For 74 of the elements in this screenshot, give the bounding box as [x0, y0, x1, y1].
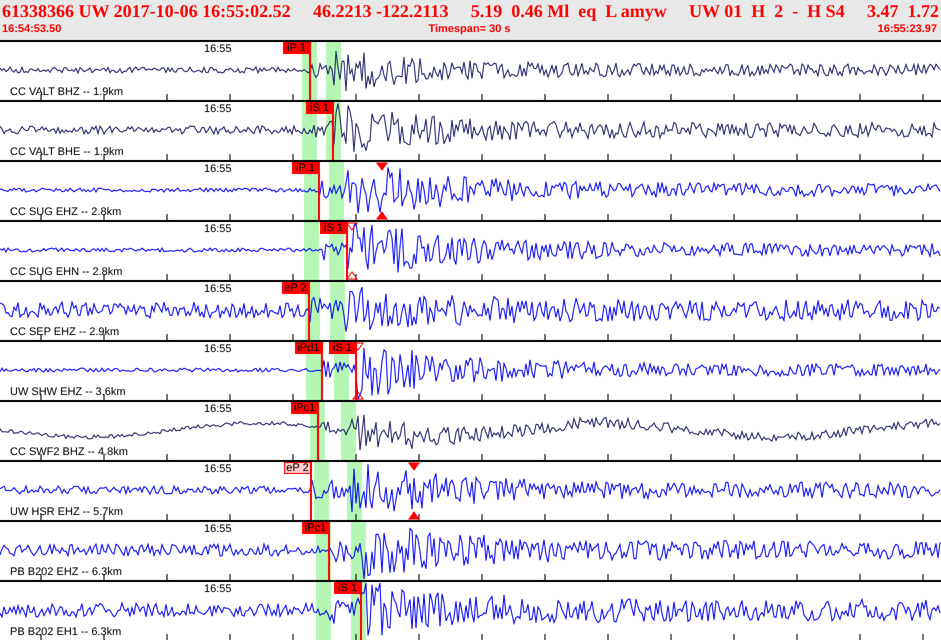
time-label: 16:55: [204, 163, 232, 175]
station-label: CC SUG EHN -- 2.8km: [10, 266, 122, 278]
pick-line: [360, 582, 362, 640]
station-label: UW SHW EHZ -- 3.6km: [10, 386, 126, 398]
pick-label[interactable]: iPc1: [291, 402, 318, 414]
start-time: 16:54:53.50: [2, 22, 62, 36]
amplitude-marker-icon: [408, 511, 420, 520]
trace-panel[interactable]: 16:55 CC VALT BHZ -- 1.9km iP 1: [0, 40, 941, 100]
pick-line: [321, 342, 323, 400]
amplitude-marker-icon: [346, 271, 358, 280]
trace-panel[interactable]: 16:55 CC SEP EHZ -- 2.9km eP 2: [0, 280, 941, 340]
pick-window-band: [304, 222, 319, 280]
time-label: 16:55: [204, 523, 232, 535]
pick-label[interactable]: iS 1: [329, 342, 356, 354]
station-label: UW HSR EHZ -- 5.7km: [10, 506, 124, 518]
pick-label[interactable]: eP 2: [284, 462, 311, 474]
trace-panel[interactable]: 16:55 UW HSR EHZ -- 5.7km eP 2: [0, 460, 941, 520]
amplitude-marker-icon: [346, 222, 358, 231]
pick-label[interactable]: iS 1: [334, 582, 361, 594]
time-label: 16:55: [204, 583, 232, 595]
end-time: 16:55:23.97: [878, 22, 937, 36]
trace-panel[interactable]: 16:55 CC SUG EHN -- 2.8km iS 1: [0, 220, 941, 280]
pick-label[interactable]: iPd1: [295, 342, 322, 354]
station-label: CC SUG EHZ -- 2.8km: [10, 206, 122, 218]
time-label: 16:55: [204, 283, 232, 295]
pick-label[interactable]: iPc1: [302, 522, 329, 534]
station-label: CC SEP EHZ -- 2.9km: [10, 326, 120, 338]
pick-label[interactable]: iP 1: [292, 162, 319, 174]
pick-window-band: [341, 402, 356, 460]
pick-window-band: [329, 162, 344, 220]
station-label: CC SWF2 BHZ -- 4.8km: [10, 446, 128, 458]
pick-line: [355, 342, 357, 400]
time-label: 16:55: [204, 463, 232, 475]
pick-line: [328, 522, 330, 580]
pick-line: [309, 42, 311, 100]
event-field: 46.2213 -122.2113: [312, 0, 448, 22]
time-label: 16:55: [204, 403, 232, 415]
event-field: UW 01 H 2 - H S4: [689, 0, 845, 22]
amplitude-marker-icon: [352, 391, 364, 400]
trace-panel[interactable]: 16:55 CC SWF2 BHZ -- 4.8km iPc1: [0, 400, 941, 460]
pick-label[interactable]: iS 1: [306, 102, 333, 114]
pick-line: [317, 402, 319, 460]
trace-panel[interactable]: 16:55 CC SUG EHZ -- 2.8km iP 1: [0, 160, 941, 220]
amplitude-marker-icon: [408, 462, 420, 471]
time-label: 16:55: [204, 223, 232, 235]
time-label: 16:55: [204, 343, 232, 355]
pick-window-band: [316, 582, 331, 640]
pick-line: [346, 222, 348, 280]
station-label: CC VALT BHZ -- 1.9km: [10, 86, 124, 98]
time-label: 16:55: [204, 43, 232, 55]
time-label: 16:55: [204, 103, 232, 115]
pick-line: [332, 102, 334, 160]
event-field: 5.19 0.46 Ml eq L amyw: [470, 0, 667, 22]
pick-window-band: [314, 462, 329, 520]
pick-label[interactable]: iP 1: [283, 42, 310, 54]
pick-line: [308, 282, 310, 340]
pick-line: [310, 462, 312, 520]
pick-window-band: [351, 522, 366, 580]
trace-panel[interactable]: 16:55 CC VALT BHE -- 1.9km iS 1: [0, 100, 941, 160]
amplitude-marker-icon: [376, 162, 388, 171]
station-label: CC VALT BHE -- 1.9km: [10, 146, 124, 158]
event-field: 3.47 1.72: [866, 0, 939, 22]
pick-label[interactable]: iS 1: [320, 222, 347, 234]
pick-window-band: [330, 282, 345, 340]
trace-panel[interactable]: 16:55 PB B202 EHZ -- 6.3km iPc1: [0, 520, 941, 580]
pick-label[interactable]: eP 2: [282, 282, 309, 294]
trace-panel[interactable]: 16:55 UW SHW EHZ -- 3.6km iPd1 iS 1: [0, 340, 941, 400]
amplitude-marker-icon: [376, 211, 388, 220]
pick-line: [318, 162, 320, 220]
trace-panel[interactable]: 16:55 PB B202 EH1 -- 6.3km iS 1: [0, 580, 941, 640]
station-label: PB B202 EHZ -- 6.3km: [10, 566, 122, 578]
event-field: 61338366 UW 2017-10-06 16:55:02.52: [2, 0, 291, 22]
timespan-label: Timespan= 30 s: [428, 22, 511, 36]
station-label: PB B202 EH1 -- 6.3km: [10, 626, 122, 638]
